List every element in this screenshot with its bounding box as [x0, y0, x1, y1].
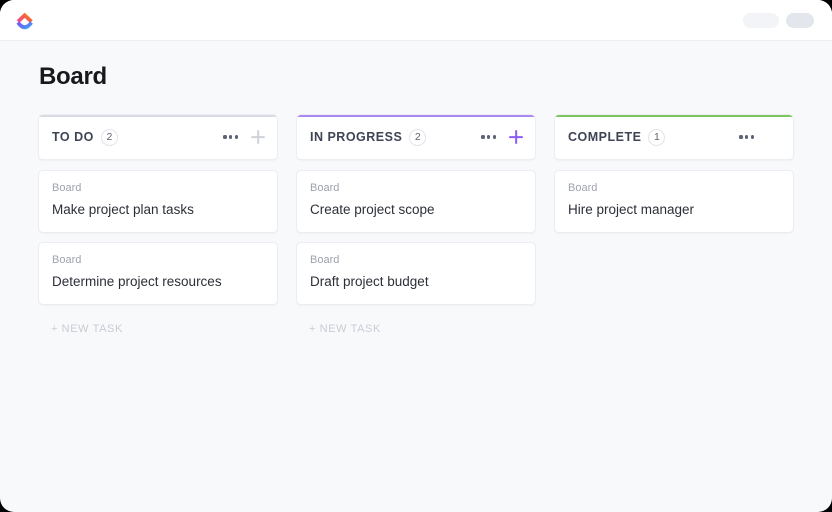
new-task-button[interactable]: + NEW TASK — [296, 314, 536, 335]
task-card-list: Board Hire project manager — [554, 170, 794, 233]
task-card-title: Determine project resources — [52, 274, 264, 291]
column-menu-icon[interactable] — [223, 135, 238, 138]
column-add-task-icon[interactable] — [509, 130, 523, 144]
column-title: IN PROGRESS — [310, 130, 402, 144]
column-count-badge: 1 — [648, 129, 665, 146]
board-column-complete: COMPLETE1BoardHire project manager+ NEW … — [554, 114, 794, 242]
task-card-list: Board Create project scope Board Draft proj… — [296, 170, 536, 305]
board-columns: TO DO 2 Board Make project plan tasks Board D… — [38, 114, 794, 335]
column-header-in-progress: IN PROGRESS 2 — [296, 114, 536, 160]
task-card-list-name: Board — [568, 183, 780, 194]
board-column-to-do: TO DO 2 Board Make project plan tasks Board D… — [38, 114, 278, 335]
task-card-list-name: Board — [52, 255, 264, 266]
page-title: Board — [39, 63, 794, 91]
task-card[interactable]: Board Make project plan tasks — [38, 170, 278, 233]
app-window: Board TO DO 2 Board Make project plan tasks… — [0, 0, 832, 512]
task-card[interactable]: Board Draft project budget — [296, 242, 536, 305]
task-card[interactable]: Board Create project scope — [296, 170, 536, 233]
page-content: Board TO DO 2 Board Make project plan tasks… — [0, 41, 832, 335]
column-count-badge: 2 — [101, 129, 118, 146]
task-card-title: Draft project budget — [310, 274, 522, 291]
task-card-list: Board Make project plan tasks Board Determi… — [38, 170, 278, 305]
topbar-placeholder-left[interactable] — [743, 13, 779, 28]
topbar-placeholder-right[interactable] — [786, 13, 814, 28]
column-add-task-icon[interactable] — [251, 130, 265, 144]
board-column-in-progress: IN PROGRESS2BoardCreate project scopeBoa… — [296, 114, 536, 335]
top-bar — [0, 0, 832, 41]
task-card[interactable]: Board Hire project manager — [554, 170, 794, 233]
column-count-badge: 2 — [409, 129, 426, 146]
task-card-list-name: Board — [310, 183, 522, 194]
clickup-logo-icon[interactable] — [12, 8, 38, 34]
column-header-to-do: TO DO 2 — [38, 114, 278, 160]
column-title: COMPLETE — [568, 130, 641, 144]
task-card-title: Hire project manager — [568, 202, 780, 219]
column-title: TO DO — [52, 130, 94, 144]
column-header-complete: COMPLETE 1 — [554, 114, 794, 160]
new-task-button[interactable]: + NEW TASK — [38, 314, 278, 335]
task-card[interactable]: Board Determine project resources — [38, 242, 278, 305]
column-menu-icon[interactable] — [739, 135, 754, 138]
task-card-title: Make project plan tasks — [52, 202, 264, 219]
task-card-title: Create project scope — [310, 202, 522, 219]
task-card-list-name: Board — [310, 255, 522, 266]
task-card-list-name: Board — [52, 183, 264, 194]
column-menu-icon[interactable] — [481, 135, 496, 138]
